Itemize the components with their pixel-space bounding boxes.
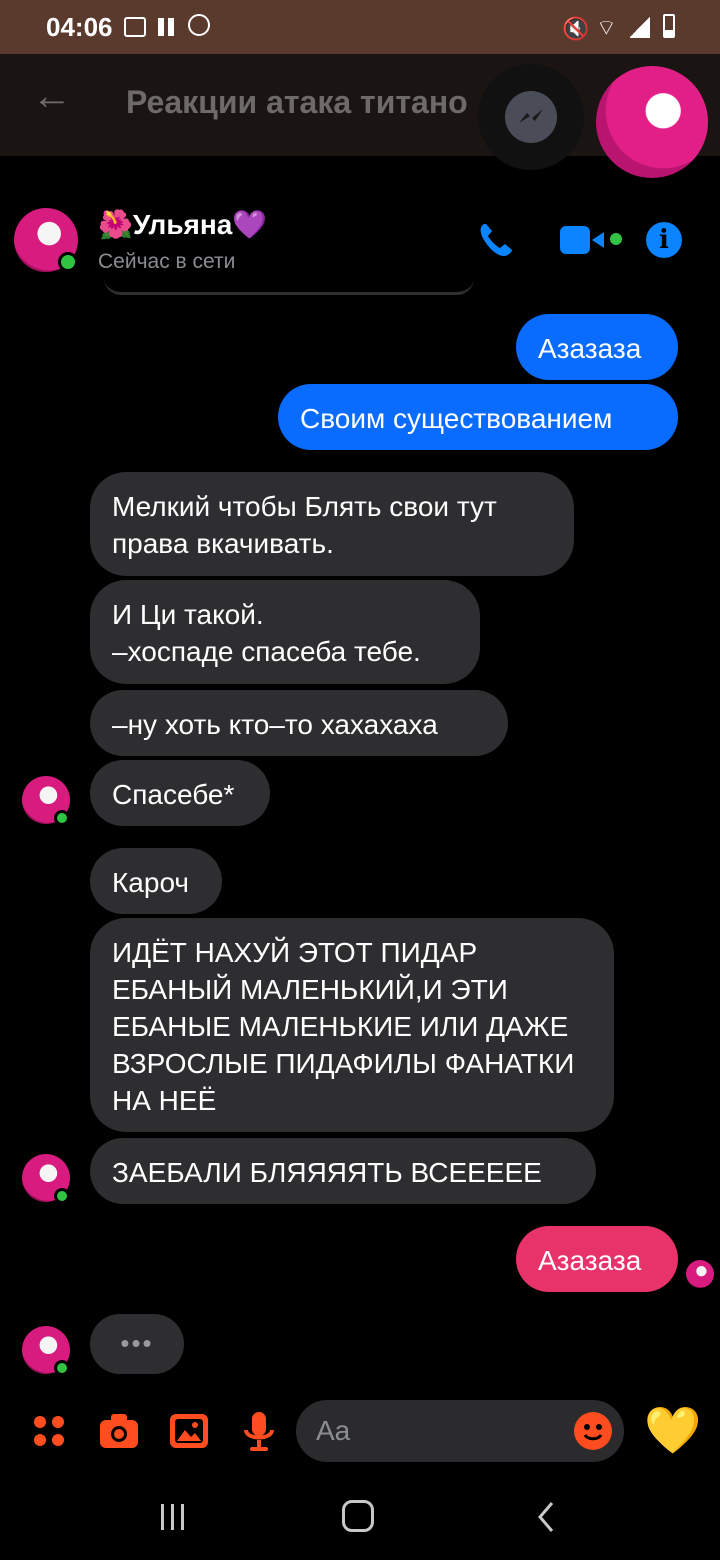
battery-icon bbox=[663, 14, 675, 38]
message-incoming[interactable]: Мелкий чтобы Блять свои тут права вкачив… bbox=[90, 472, 574, 576]
message-outgoing[interactable]: Азазаза bbox=[516, 314, 678, 380]
online-indicator bbox=[54, 1360, 70, 1376]
back-nav-icon[interactable] bbox=[534, 1500, 558, 1539]
pause-icon bbox=[158, 18, 164, 36]
video-active-dot bbox=[610, 233, 622, 245]
online-indicator bbox=[54, 810, 70, 826]
recent-apps-icon[interactable] bbox=[158, 1502, 188, 1537]
online-indicator bbox=[58, 252, 78, 272]
home-icon[interactable] bbox=[342, 1500, 374, 1532]
message-outgoing[interactable]: Азазаза bbox=[516, 1226, 678, 1292]
messenger-notification-icon bbox=[188, 14, 210, 36]
status-time: 04:06 bbox=[46, 12, 113, 42]
online-indicator bbox=[54, 1188, 70, 1204]
purple-heart-emoji: 💜 bbox=[232, 209, 268, 240]
microphone-icon[interactable] bbox=[242, 1410, 276, 1457]
like-heart-button[interactable]: 💛 bbox=[644, 1402, 701, 1458]
contact-name[interactable]: 🌺Ульяна💜 bbox=[98, 208, 267, 241]
hibiscus-emoji: 🌺 bbox=[98, 209, 133, 240]
read-receipt-avatar bbox=[686, 1260, 714, 1288]
info-icon[interactable]: i bbox=[646, 222, 682, 258]
message-input-placeholder: Aa bbox=[316, 1415, 351, 1446]
message-incoming[interactable]: –ну хоть кто–то хахахаха bbox=[90, 690, 508, 756]
phone-icon[interactable] bbox=[476, 220, 516, 265]
smiley-icon[interactable] bbox=[574, 1412, 612, 1450]
message-incoming[interactable]: ИДЁТ НАХУЙ ЭТОТ ПИДАР ЕБАНЫЙ МАЛЕНЬКИЙ,И… bbox=[90, 918, 614, 1132]
message-incoming[interactable]: Кароч bbox=[90, 848, 222, 914]
presence-status: Сейчас в сети bbox=[98, 250, 236, 273]
contact-name-text: Ульяна bbox=[132, 209, 233, 240]
back-arrow-icon[interactable]: ← bbox=[32, 74, 72, 119]
wifi-icon: ⌔ bbox=[596, 15, 617, 40]
messenger-logo-icon[interactable] bbox=[505, 91, 557, 143]
video-camera-icon[interactable] bbox=[560, 226, 590, 254]
message-incoming[interactable]: ЗАЕБАЛИ БЛЯЯЯЯТЬ ВСЕЕЕЕЕ bbox=[90, 1138, 596, 1204]
camera-icon[interactable] bbox=[98, 1412, 140, 1455]
typing-indicator: ••• bbox=[90, 1314, 184, 1374]
message-outgoing[interactable]: Своим существованием bbox=[278, 384, 678, 450]
mute-icon: 🔇 bbox=[562, 16, 590, 41]
four-dots-icon[interactable] bbox=[32, 1414, 66, 1448]
message-incoming[interactable]: И Ци такой. –хоспаде спасеба тебе. bbox=[90, 580, 480, 684]
image-icon[interactable] bbox=[168, 1412, 210, 1455]
video-camera-lens bbox=[592, 232, 604, 248]
gallery-notification-icon bbox=[124, 17, 146, 37]
status-bar: 04:06 🔇 ⌔ bbox=[0, 0, 720, 54]
message-incoming[interactable]: Спасебе* bbox=[90, 760, 270, 826]
signal-icon bbox=[630, 16, 650, 38]
previous-message-edge bbox=[104, 278, 474, 295]
background-page-title: Реакции атака титано bbox=[126, 84, 468, 120]
chat-head-avatar[interactable] bbox=[596, 66, 708, 178]
pause-icon-bar bbox=[168, 18, 174, 36]
